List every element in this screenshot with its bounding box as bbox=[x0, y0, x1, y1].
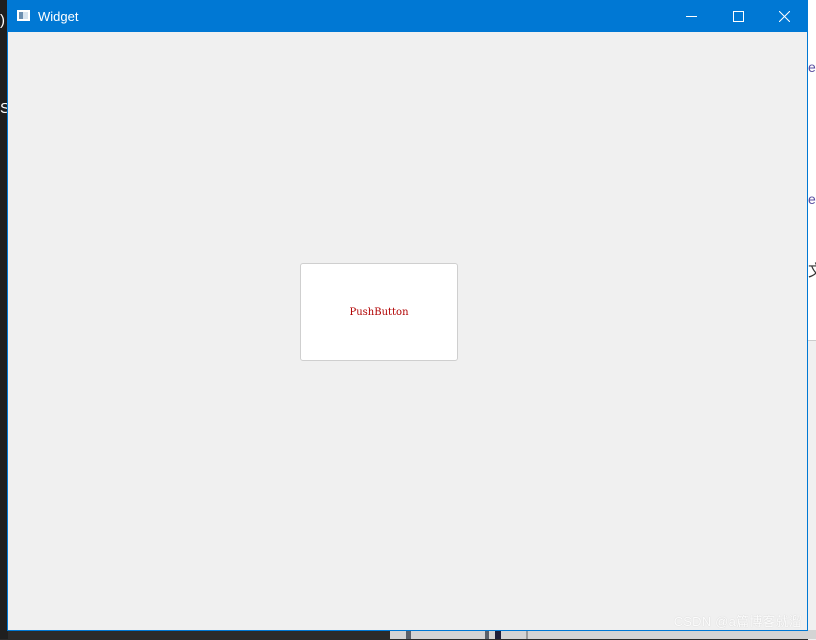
background-text-fragment: 文 bbox=[808, 264, 816, 280]
watermark: CSDN @a篇博客就溜 bbox=[673, 614, 802, 629]
background-panel bbox=[808, 340, 816, 640]
close-icon bbox=[779, 11, 790, 22]
widget-window: Widget PushButton CSDN @a篇博客就溜 bbox=[7, 0, 808, 631]
background-text-fragment: ) bbox=[0, 12, 5, 29]
window-title: Widget bbox=[38, 9, 79, 24]
push-button[interactable]: PushButton bbox=[300, 263, 458, 361]
close-button[interactable] bbox=[762, 1, 807, 32]
maximize-icon bbox=[733, 11, 744, 22]
client-area: PushButton bbox=[8, 32, 807, 630]
background-text-fragment: e bbox=[808, 59, 816, 75]
app-window-icon bbox=[17, 10, 30, 21]
minimize-icon bbox=[686, 16, 697, 17]
title-bar[interactable]: Widget bbox=[8, 1, 807, 32]
maximize-button[interactable] bbox=[716, 1, 762, 32]
background-text-fragment: e bbox=[808, 191, 816, 207]
background-taskbar-area bbox=[390, 630, 816, 639]
minimize-button[interactable] bbox=[669, 1, 715, 32]
